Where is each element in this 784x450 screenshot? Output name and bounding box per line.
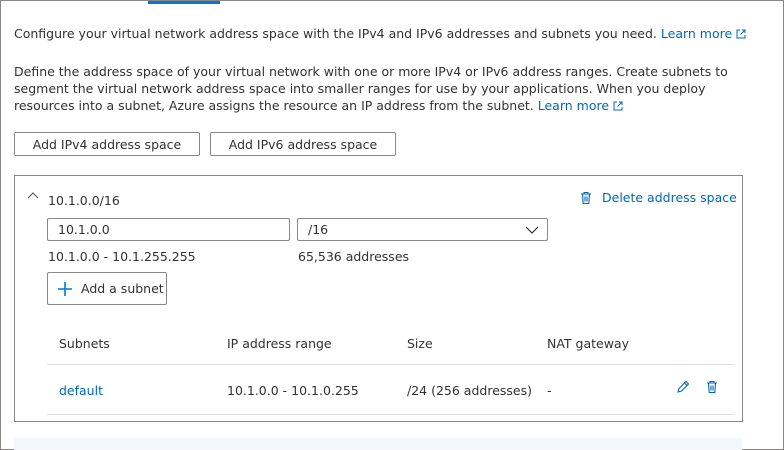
intro-learn-more-link[interactable]: Learn more — [661, 26, 746, 41]
trash-icon — [581, 191, 591, 204]
intro-description: Configure your virtual network address s… — [14, 26, 657, 41]
address-range-text: 10.1.0.0 - 10.1.255.255 — [48, 249, 196, 264]
intro-text: Configure your virtual network address s… — [14, 25, 774, 42]
subnet-size: /24 (256 addresses) — [407, 383, 532, 398]
chevron-down-icon — [525, 226, 539, 234]
subnet-name-link[interactable]: default — [59, 383, 103, 398]
column-header-nat-gateway: NAT gateway — [547, 336, 630, 351]
prefix-select[interactable]: /16 — [297, 218, 548, 241]
address-input[interactable] — [47, 218, 290, 241]
column-header-subnets: Subnets — [59, 336, 110, 351]
address-space-description: Define the address space of your virtual… — [14, 63, 734, 114]
address-space-title: 10.1.0.0/16 — [48, 193, 120, 208]
subnet-ip-range: 10.1.0.0 - 10.1.0.255 — [227, 383, 359, 398]
external-link-icon — [736, 29, 746, 39]
subnet-nat-gateway: - — [547, 383, 552, 398]
plus-icon — [58, 281, 72, 296]
column-header-ip-range: IP address range — [227, 336, 332, 351]
add-ipv6-address-space-button[interactable]: Add IPv6 address space — [210, 132, 396, 156]
edit-icon[interactable] — [676, 380, 690, 394]
delete-subnet-icon[interactable] — [706, 380, 718, 394]
chevron-up-icon[interactable] — [27, 190, 39, 200]
add-subnet-button[interactable]: Add a subnet — [47, 272, 167, 305]
external-link-icon — [613, 101, 623, 111]
subnets-table-header: Subnets IP address range Size NAT gatewa… — [47, 326, 735, 365]
description-learn-more-link[interactable]: Learn more — [538, 98, 623, 113]
address-count-text: 65,536 addresses — [298, 249, 410, 264]
column-header-size: Size — [407, 336, 433, 351]
delete-address-space-button[interactable]: Delete address space — [580, 190, 737, 205]
add-subnet-label: Add a subnet — [81, 281, 164, 296]
address-space-card: 10.1.0.0/16 Delete address space /16 10.… — [14, 175, 743, 422]
add-ipv4-address-space-button[interactable]: Add IPv4 address space — [14, 132, 200, 156]
table-row: default 10.1.0.0 - 10.1.0.255 /24 (256 a… — [47, 366, 735, 415]
prefix-selected-value: /16 — [308, 222, 329, 237]
delete-address-space-label: Delete address space — [602, 190, 737, 205]
active-tab-indicator — [148, 1, 220, 4]
bottom-strip — [14, 438, 742, 450]
